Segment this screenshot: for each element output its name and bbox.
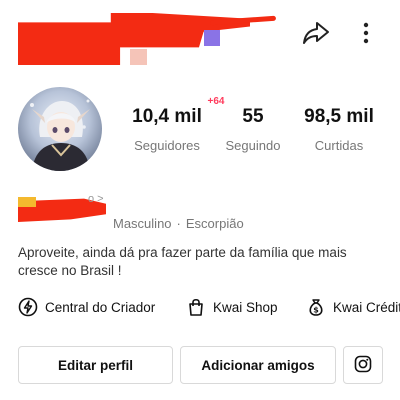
shopping-bag-icon	[186, 297, 206, 317]
gender-zodiac-info: Masculino · Escorpião	[113, 216, 244, 231]
instagram-button[interactable]	[343, 346, 383, 384]
likes-count: 98,5 mil	[304, 106, 374, 127]
edit-profile-button[interactable]: Editar perfil	[18, 346, 173, 384]
likes-label: Curtidas	[314, 138, 364, 153]
separator-dot: ·	[176, 216, 181, 231]
info-expand-link[interactable]: o >	[88, 193, 104, 205]
svg-text:$: $	[313, 306, 319, 315]
followers-count: 10,4 mil	[132, 106, 202, 127]
add-friends-button[interactable]: Adicionar amigos	[180, 346, 336, 384]
avatar[interactable]	[18, 87, 102, 171]
profile-page: +64 10,4 mil Seguidores 55 Seguindo 98,5…	[0, 0, 400, 400]
creator-center-label: Central do Criador	[45, 299, 156, 315]
gender-text: Masculino	[113, 216, 172, 231]
kwai-shop-label: Kwai Shop	[213, 299, 278, 315]
lightning-icon	[18, 297, 38, 317]
profile-bio: Aproveite, ainda dá pra fazer parte da f…	[18, 245, 347, 278]
redaction-patch	[130, 49, 147, 65]
vertical-dots-icon	[363, 22, 369, 49]
followers-stat[interactable]: 10,4 mil Seguidores	[131, 106, 203, 154]
money-bag-icon: $	[306, 297, 326, 317]
more-options-button[interactable]	[355, 21, 377, 49]
likes-stat[interactable]: 98,5 mil Curtidas	[303, 106, 375, 154]
kwai-credit-link[interactable]: $ Kwai Crédit	[306, 296, 400, 318]
instagram-icon	[354, 355, 372, 376]
redaction-patch	[204, 30, 220, 46]
following-count: 55	[242, 106, 264, 127]
kwai-shop-link[interactable]: Kwai Shop	[186, 296, 278, 318]
followers-label: Seguidores	[134, 138, 200, 153]
kwai-credit-label: Kwai Crédit	[333, 299, 400, 315]
following-stat[interactable]: 55 Seguindo	[222, 106, 284, 154]
share-button[interactable]	[300, 21, 332, 49]
redaction-patch	[18, 197, 36, 207]
zodiac-text: Escorpião	[185, 216, 244, 231]
creator-center-link[interactable]: Central do Criador	[18, 296, 155, 318]
share-arrow-icon	[302, 20, 330, 51]
following-label: Seguindo	[225, 138, 281, 153]
